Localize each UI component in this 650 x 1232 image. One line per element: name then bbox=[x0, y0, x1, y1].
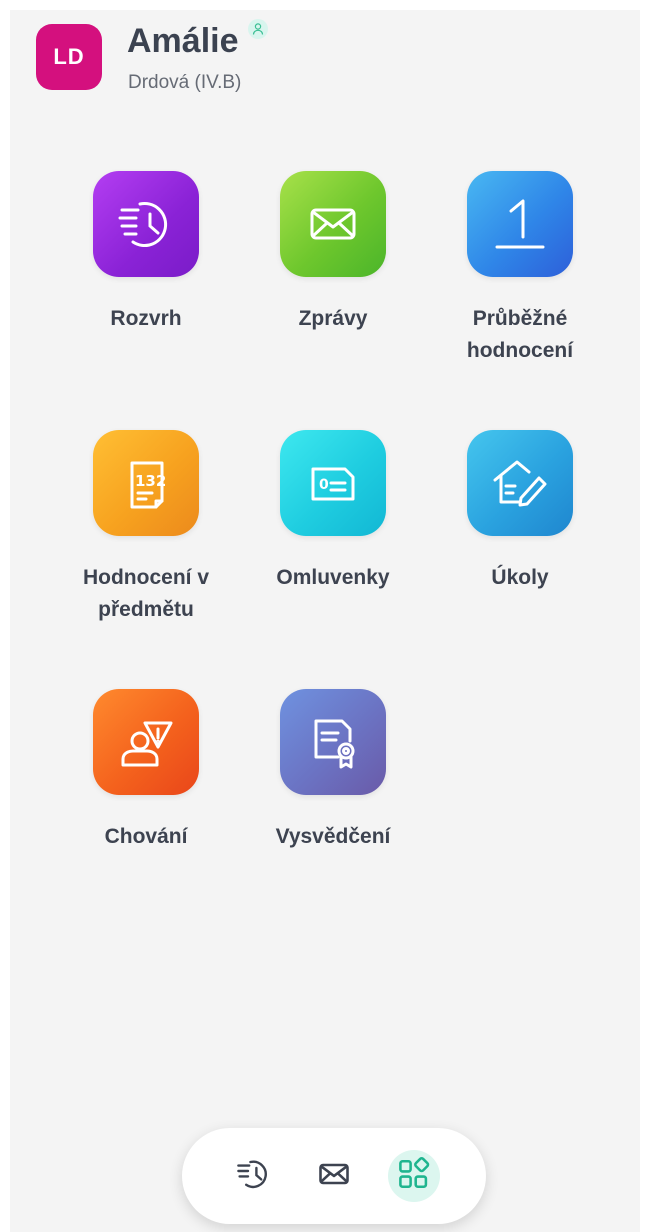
tile-label: Rozvrh bbox=[110, 307, 182, 330]
excuse-card-icon: 0 bbox=[280, 430, 386, 536]
tile-rozvrh[interactable]: Rozvrh bbox=[56, 171, 236, 335]
nav-schedule-button[interactable] bbox=[228, 1150, 280, 1202]
avatar[interactable]: LD bbox=[36, 24, 102, 90]
tile-hodnoceni-v-predmetu[interactable]: 132 Hodnocení v předmětu bbox=[56, 430, 236, 626]
bottom-navigation bbox=[182, 1128, 486, 1224]
tile-zpravy[interactable]: Zprávy bbox=[243, 171, 423, 335]
tile-label: Omluvenky bbox=[276, 566, 390, 589]
tile-label: Chování bbox=[104, 825, 188, 848]
tile-omluvenky[interactable]: 0 Omluvenky bbox=[243, 430, 423, 594]
envelope-icon bbox=[316, 1156, 352, 1197]
subject-grades-document-icon: 132 bbox=[93, 430, 199, 536]
user-profile-icon bbox=[248, 19, 268, 39]
nav-messages-button[interactable] bbox=[308, 1150, 360, 1202]
avatar-initials: LD bbox=[53, 44, 85, 69]
grade-one-icon bbox=[467, 171, 573, 277]
tile-label: Vysvědčení bbox=[275, 825, 391, 848]
apps-grid-icon bbox=[397, 1156, 431, 1196]
tile-label: Úkoly bbox=[491, 566, 549, 589]
certificate-ribbon-icon bbox=[280, 689, 386, 795]
tile-ukoly[interactable]: Úkoly bbox=[430, 430, 610, 594]
tile-label: Průběžné hodnocení bbox=[466, 307, 574, 362]
nav-apps-button[interactable] bbox=[388, 1150, 440, 1202]
behavior-warning-person-icon bbox=[93, 689, 199, 795]
schedule-clock-icon bbox=[236, 1156, 272, 1197]
homework-house-pencil-icon bbox=[467, 430, 573, 536]
schedule-clock-icon bbox=[93, 171, 199, 277]
tile-label: Hodnocení v předmětu bbox=[82, 566, 209, 621]
user-first-name[interactable]: Amálie bbox=[127, 22, 239, 61]
svg-text:132: 132 bbox=[135, 472, 166, 490]
tile-label: Zprávy bbox=[298, 307, 368, 330]
app-screen: LD Amálie Drdová (IV.B) Rozvrh Zprávy Pr… bbox=[10, 10, 640, 1232]
tile-chovani[interactable]: Chování bbox=[56, 689, 236, 853]
user-subtitle: Drdová (IV.B) bbox=[128, 72, 242, 93]
svg-text:0: 0 bbox=[319, 477, 329, 493]
tile-prubezne-hodnoceni[interactable]: Průběžné hodnocení bbox=[430, 171, 610, 367]
tile-vysvedceni[interactable]: Vysvědčení bbox=[243, 689, 423, 853]
envelope-icon bbox=[280, 171, 386, 277]
